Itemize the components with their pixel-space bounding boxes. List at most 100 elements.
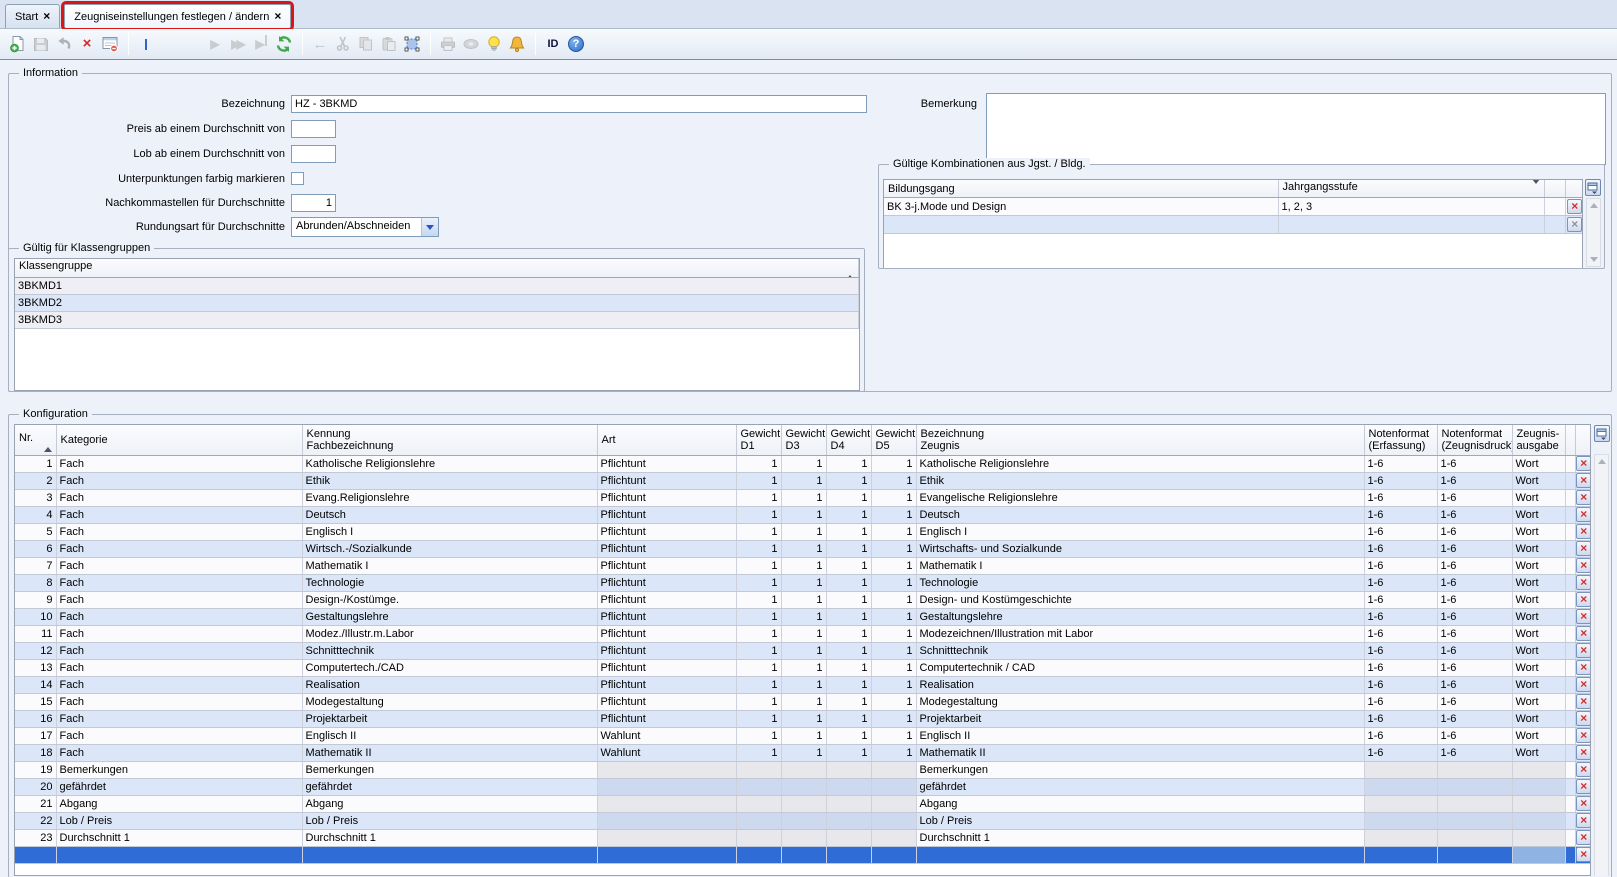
cell-d5[interactable]: 1: [871, 489, 916, 506]
cell-d3[interactable]: 1: [781, 608, 826, 625]
cell-kennung[interactable]: [302, 846, 597, 863]
cell-jahrgangsstufe[interactable]: [1278, 216, 1544, 234]
konfiguration-row[interactable]: 15FachModegestaltungPflichtunt1111Modege…: [15, 693, 1591, 710]
konfiguration-row[interactable]: 4FachDeutschPflichtunt1111Deutsch1-61-6W…: [15, 506, 1591, 523]
cell-nr[interactable]: 14: [15, 676, 56, 693]
cell-d3[interactable]: 1: [781, 625, 826, 642]
delete-row-icon[interactable]: ×: [1576, 813, 1591, 828]
cell-druck[interactable]: 1-6: [1437, 472, 1512, 489]
cell-kategorie[interactable]: Fach: [56, 591, 302, 608]
konfiguration-row[interactable]: 8FachTechnologiePflichtunt1111Technologi…: [15, 574, 1591, 591]
cell-kategorie[interactable]: Abgang: [56, 795, 302, 812]
cell-druck[interactable]: [1437, 812, 1512, 829]
cell-kennung[interactable]: Englisch I: [302, 523, 597, 540]
klassengruppen-row[interactable]: 3BKMD3: [15, 311, 859, 328]
cell-d5[interactable]: 1: [871, 608, 916, 625]
delete-row-icon[interactable]: ×: [1576, 507, 1591, 522]
cell-kategorie[interactable]: Fach: [56, 659, 302, 676]
cell-druck[interactable]: [1437, 778, 1512, 795]
cell-kategorie[interactable]: Fach: [56, 676, 302, 693]
cell-d5[interactable]: 1: [871, 506, 916, 523]
paste-button[interactable]: [378, 33, 400, 55]
cell-blank[interactable]: [1565, 727, 1575, 744]
cell-bezeichnung[interactable]: Durchschnitt 1: [916, 829, 1364, 846]
cell-kategorie[interactable]: Fach: [56, 506, 302, 523]
id-badge-button[interactable]: ID: [542, 33, 564, 55]
cell-druck[interactable]: [1437, 846, 1512, 863]
cell-blank[interactable]: [1565, 812, 1575, 829]
cell-kategorie[interactable]: Fach: [56, 455, 302, 472]
konfiguration-row[interactable]: 16FachProjektarbeitPflichtunt1111Projekt…: [15, 710, 1591, 727]
refresh-button[interactable]: [273, 33, 295, 55]
cell-bezeichnung[interactable]: Gestaltungslehre: [916, 608, 1364, 625]
column-chooser-button[interactable]: [1585, 179, 1601, 196]
cell-blank[interactable]: [1565, 659, 1575, 676]
cell-erfassung[interactable]: [1364, 846, 1437, 863]
cell-druck[interactable]: 1-6: [1437, 676, 1512, 693]
klassengruppen-col-klassengruppe[interactable]: Klassengruppe: [15, 259, 859, 277]
disc-button[interactable]: [460, 33, 482, 55]
cell-d4[interactable]: [826, 761, 871, 778]
cell-nr[interactable]: 17: [15, 727, 56, 744]
cell-ausgabe[interactable]: Wort: [1512, 625, 1565, 642]
konfiguration-col-2[interactable]: Kennung Fachbezeichnung: [302, 425, 597, 455]
cell-kategorie[interactable]: Fach: [56, 489, 302, 506]
cell-blank[interactable]: [1565, 829, 1575, 846]
cell-druck[interactable]: 1-6: [1437, 693, 1512, 710]
nav-last-button[interactable]: ▶: [250, 33, 272, 55]
cell-blank[interactable]: [1565, 540, 1575, 557]
cell-kategorie[interactable]: gefährdet: [56, 778, 302, 795]
scroll-up-icon[interactable]: [1588, 200, 1599, 211]
cell-blank[interactable]: [1565, 557, 1575, 574]
cell-kategorie[interactable]: Fach: [56, 557, 302, 574]
cell-bezeichnung[interactable]: Bemerkungen: [916, 761, 1364, 778]
preis-input[interactable]: [291, 120, 336, 138]
cell-art[interactable]: Pflichtunt: [597, 574, 736, 591]
cell-nr[interactable]: 4: [15, 506, 56, 523]
cell-blank[interactable]: [1565, 506, 1575, 523]
delete-row-icon[interactable]: ×: [1576, 847, 1591, 862]
cell-ausgabe[interactable]: Wort: [1512, 455, 1565, 472]
delete-row-icon[interactable]: ×: [1576, 830, 1591, 845]
cell-d5[interactable]: 1: [871, 676, 916, 693]
cell-kennung[interactable]: Wirtsch.-/Sozialkunde: [302, 540, 597, 557]
konfiguration-row[interactable]: 7FachMathematik IPflichtunt1111Mathemati…: [15, 557, 1591, 574]
cell-druck[interactable]: 1-6: [1437, 574, 1512, 591]
cell-d1[interactable]: 1: [736, 693, 781, 710]
cell-druck[interactable]: 1-6: [1437, 659, 1512, 676]
cell-blank[interactable]: [1565, 795, 1575, 812]
scroll-up-icon[interactable]: [1596, 456, 1607, 467]
cell-d3[interactable]: 1: [781, 744, 826, 761]
cell-ausgabe[interactable]: Wort: [1512, 727, 1565, 744]
cell-kennung[interactable]: Projektarbeit: [302, 710, 597, 727]
cell-d5[interactable]: 1: [871, 540, 916, 557]
cell-d3[interactable]: 1: [781, 472, 826, 489]
cell-bezeichnung[interactable]: Abgang: [916, 795, 1364, 812]
cell-d5[interactable]: [871, 795, 916, 812]
cell-nr[interactable]: 23: [15, 829, 56, 846]
cell-nr[interactable]: [15, 846, 56, 863]
nav-fast-next-button[interactable]: ▶▶: [227, 33, 249, 55]
dropdown-arrow-icon[interactable]: [421, 218, 438, 236]
cell-d5[interactable]: 1: [871, 727, 916, 744]
cell-ausgabe[interactable]: Wort: [1512, 540, 1565, 557]
cell-nr[interactable]: 21: [15, 795, 56, 812]
konfiguration-col-9[interactable]: Notenformat (Erfassung): [1364, 425, 1437, 455]
cell-kennung[interactable]: Mathematik II: [302, 744, 597, 761]
cut-button[interactable]: [332, 33, 354, 55]
cell-erfassung[interactable]: 1-6: [1364, 693, 1437, 710]
cell-d5[interactable]: 1: [871, 591, 916, 608]
cell-blank[interactable]: [1544, 198, 1565, 216]
cell-d4[interactable]: [826, 829, 871, 846]
cell-kennung[interactable]: Evang.Religionslehre: [302, 489, 597, 506]
cell-ausgabe[interactable]: Wort: [1512, 472, 1565, 489]
cell-d3[interactable]: [781, 761, 826, 778]
cell-erfassung[interactable]: 1-6: [1364, 659, 1437, 676]
konfiguration-row[interactable]: 21AbgangAbgangAbgang×: [15, 795, 1591, 812]
cell-d4[interactable]: 1: [826, 455, 871, 472]
tab-close-icon[interactable]: ×: [274, 9, 281, 23]
cell-blank[interactable]: [1565, 625, 1575, 642]
cell-d4[interactable]: 1: [826, 591, 871, 608]
cell-d4[interactable]: [826, 846, 871, 863]
cell-blank[interactable]: [1565, 642, 1575, 659]
